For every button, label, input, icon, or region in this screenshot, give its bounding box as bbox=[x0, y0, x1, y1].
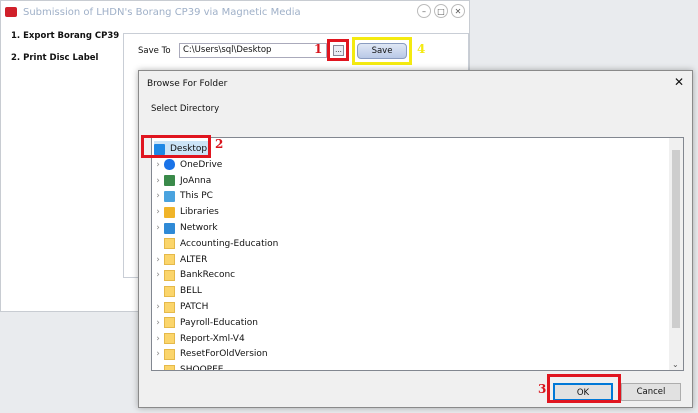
annotation-number-3: 3 bbox=[538, 382, 547, 396]
path-input[interactable]: C:\Users\sql\Desktop bbox=[179, 43, 327, 58]
cloud-icon bbox=[164, 159, 175, 171]
title-bar: Submission of LHDN's Borang CP39 via Mag… bbox=[1, 1, 469, 23]
nav-export-cp39[interactable]: 1. Export Borang CP39 bbox=[11, 31, 119, 41]
window-title: Submission of LHDN's Borang CP39 via Mag… bbox=[23, 6, 301, 18]
tree-item-label: OneDrive bbox=[180, 159, 223, 170]
folder-icon bbox=[164, 301, 175, 313]
tree-item[interactable]: › ResetForOldVersion bbox=[152, 346, 268, 362]
save-to-label: Save To bbox=[138, 46, 171, 56]
folder-icon bbox=[164, 238, 175, 250]
expand-chevron-icon[interactable]: › bbox=[152, 349, 164, 359]
network-icon bbox=[164, 222, 175, 234]
expand-chevron-icon[interactable]: › bbox=[152, 318, 164, 328]
tree-item[interactable]: SHOOPEE bbox=[152, 362, 224, 371]
expand-chevron-icon[interactable]: › bbox=[152, 176, 164, 186]
tree-item[interactable]: BELL bbox=[152, 283, 202, 299]
tree-scrollbar[interactable]: ⌄ bbox=[669, 138, 683, 370]
folder-icon bbox=[164, 285, 175, 297]
expand-chevron-icon[interactable]: › bbox=[152, 334, 164, 344]
tree-item[interactable]: › PATCH bbox=[152, 299, 208, 315]
folder-icon bbox=[164, 254, 175, 266]
tree-item-label: PATCH bbox=[180, 302, 209, 312]
annotation-box-2 bbox=[141, 135, 211, 158]
tree-item[interactable]: › OneDrive bbox=[152, 157, 222, 173]
tree-item[interactable]: Accounting-Education bbox=[152, 236, 278, 252]
tree-item[interactable]: › Payroll-Education bbox=[152, 315, 258, 331]
expand-chevron-icon[interactable]: › bbox=[152, 255, 164, 265]
nav-menu: 1. Export Borang CP39 2. Print Disc Labe… bbox=[11, 31, 119, 75]
annotation-number-4: 4 bbox=[417, 42, 426, 56]
maximize-button[interactable]: □ bbox=[434, 4, 448, 18]
expand-chevron-icon[interactable]: › bbox=[152, 160, 164, 170]
tree-item[interactable]: › Libraries bbox=[152, 204, 219, 220]
scrollbar-thumb[interactable] bbox=[672, 150, 680, 328]
tree-item[interactable]: › Network bbox=[152, 220, 218, 236]
folder-icon bbox=[164, 317, 175, 329]
folder-icon bbox=[164, 269, 175, 281]
computer-icon bbox=[164, 190, 175, 202]
tree-item[interactable]: › ALTER bbox=[152, 252, 207, 268]
folder-icon bbox=[164, 333, 175, 345]
expand-chevron-icon[interactable]: › bbox=[152, 207, 164, 217]
app-icon bbox=[5, 7, 17, 17]
dialog-title: Browse For Folder bbox=[147, 79, 228, 89]
expand-chevron-icon[interactable]: › bbox=[152, 270, 164, 280]
close-button[interactable]: ✕ bbox=[451, 4, 465, 18]
folder-icon bbox=[164, 364, 175, 370]
tree-item-label: This PC bbox=[180, 191, 213, 202]
cancel-button[interactable]: Cancel bbox=[621, 383, 681, 401]
annotation-number-1: 1 bbox=[314, 42, 323, 56]
annotation-box-3 bbox=[547, 374, 621, 403]
tree-item-label: Report-Xml-V4 bbox=[180, 333, 245, 344]
expand-chevron-icon[interactable]: › bbox=[152, 302, 164, 312]
annotation-box-4 bbox=[352, 37, 412, 65]
expand-chevron-icon[interactable]: › bbox=[152, 191, 164, 201]
tree-item-label: Libraries bbox=[180, 207, 219, 218]
minimize-button[interactable]: – bbox=[417, 4, 431, 18]
annotation-box-1 bbox=[327, 39, 349, 61]
select-directory-label: Select Directory bbox=[151, 104, 220, 114]
tree-item-label: Network bbox=[180, 223, 218, 233]
tree-item[interactable]: › JoAnna bbox=[152, 173, 211, 189]
folder-icon bbox=[164, 348, 175, 360]
tree-item-label: ResetForOldVersion bbox=[180, 349, 268, 360]
tree-item-label: Payroll-Education bbox=[180, 317, 258, 328]
tree-item[interactable]: › Report-Xml-V4 bbox=[152, 331, 245, 347]
library-icon bbox=[164, 206, 175, 218]
tree-item-label: JoAnna bbox=[180, 175, 212, 186]
scroll-down-icon[interactable]: ⌄ bbox=[672, 360, 679, 369]
browse-folder-dialog: Browse For Folder ✕ Select Directory ⌄ D… bbox=[138, 70, 693, 408]
expand-chevron-icon[interactable]: › bbox=[152, 223, 164, 233]
tree-item[interactable]: › This PC bbox=[152, 188, 213, 204]
nav-print-disc-label[interactable]: 2. Print Disc Label bbox=[11, 53, 119, 63]
tree-item[interactable]: › BankReconc bbox=[152, 267, 235, 283]
dialog-close-button[interactable]: ✕ bbox=[674, 75, 684, 89]
folder-tree[interactable]: ⌄ Desktop › OneDrive › JoAnna › This PC › Librar… bbox=[151, 137, 684, 371]
user-icon bbox=[164, 175, 175, 187]
tree-item-label: Accounting-Education bbox=[180, 238, 279, 249]
tree-item-label: SHOOPEE bbox=[180, 365, 224, 371]
tree-item-label: ALTER bbox=[180, 254, 208, 265]
tree-item-label: BankReconc bbox=[180, 270, 236, 281]
tree-item-label: BELL bbox=[180, 286, 202, 297]
annotation-number-2: 2 bbox=[215, 137, 224, 151]
